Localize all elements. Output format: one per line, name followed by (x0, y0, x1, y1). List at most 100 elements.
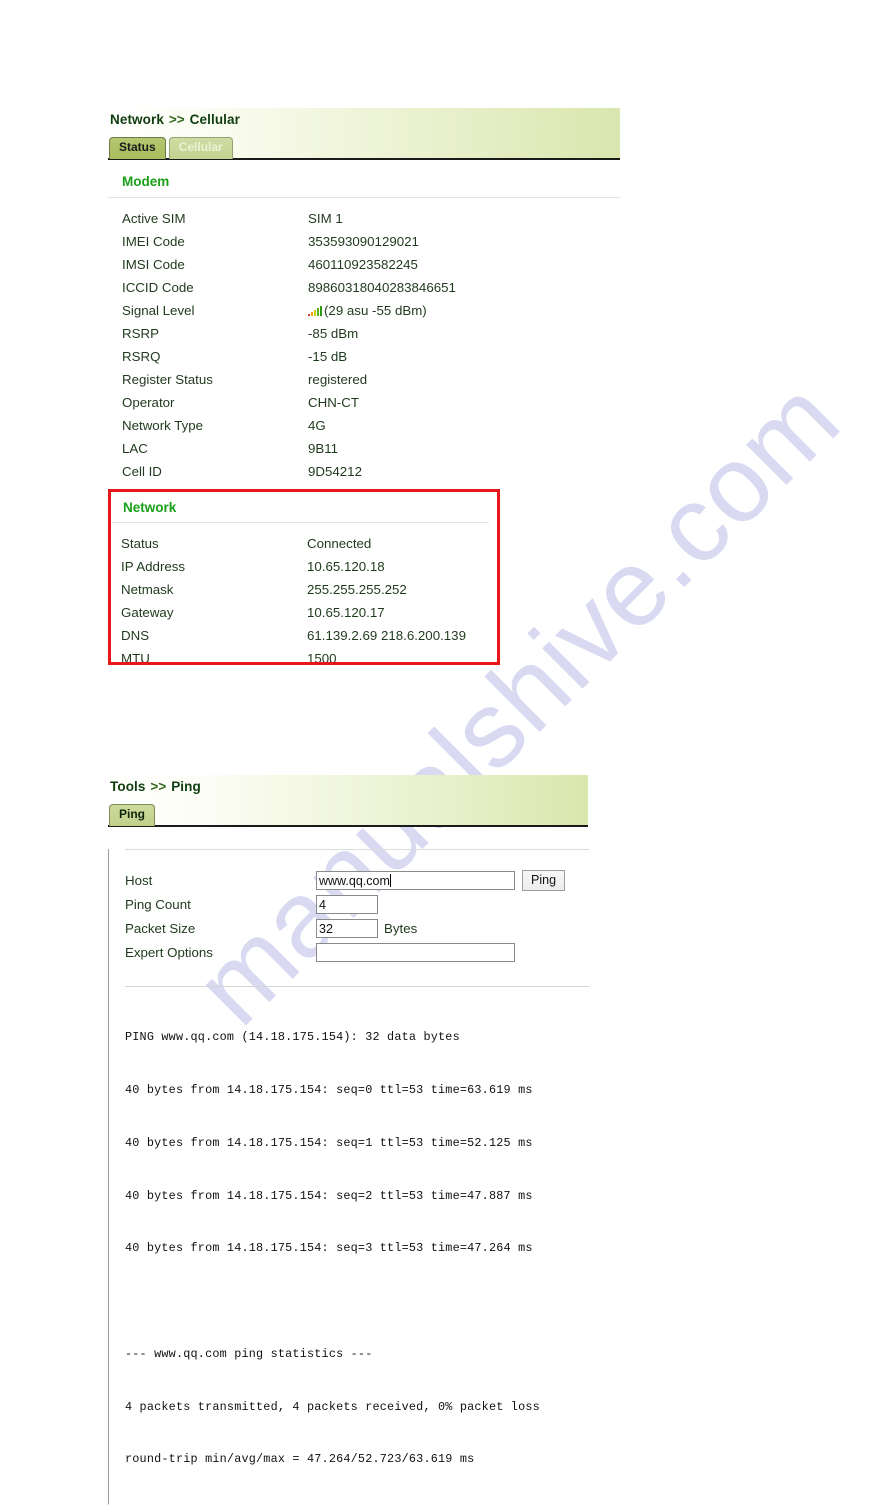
field-row-network-type: Network Type 4G (108, 414, 620, 437)
field-row-active-sim: Active SIM SIM 1 (108, 207, 620, 230)
ping-panel-header: Tools >> Ping Ping (108, 775, 588, 827)
tab-ping[interactable]: Ping (109, 804, 155, 826)
field-value: 10.65.120.17 (307, 605, 385, 620)
field-row-dns: DNS 61.139.2.69 218.6.200.139 (111, 624, 497, 647)
ping-count-input[interactable]: 4 (316, 894, 378, 914)
field-value: 255.255.255.252 (307, 582, 407, 597)
field-value: 10.65.120.18 (307, 559, 385, 574)
field-label: MTU (121, 651, 150, 665)
console-line: PING www.qq.com (14.18.175.154): 32 data… (125, 1030, 460, 1045)
field-value: SIM 1 (308, 211, 343, 226)
field-value: (29 asu -55 dBm) (324, 303, 427, 318)
field-value: 1500 (307, 651, 337, 665)
form-row-ping-count: Ping Count 4 (109, 892, 588, 916)
modem-field-list: Active SIM SIM 1 IMEI Code 3535930901290… (108, 198, 620, 487)
field-value: Connected (307, 536, 372, 551)
field-row-lac: LAC 9B11 (108, 437, 620, 460)
breadcrumb: Network >> Cellular (110, 112, 240, 127)
breadcrumb-separator: >> (168, 112, 185, 127)
network-section-highlight: Network Status Connected IP Address 10.6… (108, 489, 500, 665)
console-line: round-trip min/avg/max = 47.264/52.723/6… (125, 1452, 475, 1467)
breadcrumb-root[interactable]: Tools (110, 779, 146, 794)
packet-size-input[interactable]: 32 (316, 918, 378, 938)
ping-form: Host www.qq.com Ping Ping Count 4 Packet… (109, 850, 588, 964)
field-label: RSRP (122, 326, 159, 341)
field-label: Netmask (121, 582, 174, 597)
console-line: 40 bytes from 14.18.175.154: seq=1 ttl=5… (125, 1135, 533, 1150)
field-value: -15 dB (308, 349, 348, 364)
field-value: 4G (308, 418, 326, 433)
field-value: CHN-CT (308, 395, 359, 410)
form-row-packet-size: Packet Size 32 Bytes (109, 916, 588, 940)
expert-options-label: Expert Options (125, 944, 213, 960)
field-label: Signal Level (122, 303, 195, 318)
console-line: --- www.qq.com ping statistics --- (125, 1346, 373, 1361)
field-row-netmask: Netmask 255.255.255.252 (111, 578, 497, 601)
console-line: 40 bytes from 14.18.175.154: seq=2 ttl=5… (125, 1188, 533, 1203)
breadcrumb-leaf: Ping (171, 779, 201, 794)
host-label: Host (125, 872, 153, 888)
field-value: 9B11 (308, 441, 339, 456)
packet-size-unit: Bytes (384, 920, 418, 936)
ping-output-console: PING www.qq.com (14.18.175.154): 32 data… (109, 987, 588, 1504)
ping-tool-panel: Tools >> Ping Ping Host www.qq.com Ping … (108, 775, 589, 1505)
field-label: Gateway (121, 605, 174, 620)
field-label: Active SIM (122, 211, 186, 226)
field-row-operator: Operator CHN-CT (108, 391, 620, 414)
form-row-host: Host www.qq.com Ping (109, 868, 588, 892)
cellular-panel-header: Network >> Cellular Status Cellular (108, 108, 620, 160)
expert-options-input[interactable] (316, 942, 515, 962)
field-label: Operator (122, 395, 175, 410)
text-caret (389, 873, 391, 887)
tab-status[interactable]: Status (109, 137, 166, 159)
form-row-expert-options: Expert Options (109, 940, 588, 964)
field-label: DNS (121, 628, 150, 643)
field-label: Cell ID (122, 464, 162, 479)
packet-size-label: Packet Size (125, 920, 196, 936)
modem-section-title: Modem (108, 160, 620, 198)
network-field-list: Status Connected IP Address 10.65.120.18… (111, 523, 497, 665)
field-label: IMEI Code (122, 234, 185, 249)
field-row-rsrq: RSRQ -15 dB (108, 345, 620, 368)
signal-bars-icon (308, 305, 323, 316)
tab-cellular[interactable]: Cellular (168, 137, 233, 159)
cellular-tabbar: Status Cellular (109, 137, 233, 159)
field-row-imsi-code: IMSI Code 460110923582245 (108, 253, 620, 276)
field-value: 61.139.2.69 218.6.200.139 (307, 628, 466, 643)
field-row-imei-code: IMEI Code 353593090129021 (108, 230, 620, 253)
field-label: LAC (122, 441, 148, 456)
breadcrumb: Tools >> Ping (110, 779, 201, 794)
field-value: registered (308, 372, 368, 387)
field-row-gateway: Gateway 10.65.120.17 (111, 601, 497, 624)
ping-tabbar: Ping (109, 804, 155, 826)
field-label: Status (121, 536, 159, 551)
host-input-value: www.qq.com (319, 873, 390, 888)
field-row-mtu: MTU 1500 (111, 647, 497, 665)
cellular-status-panel: Network >> Cellular Status Cellular Mode… (108, 108, 620, 487)
field-label: IMSI Code (122, 257, 185, 272)
field-value-group: (29 asu -55 dBm) (308, 303, 427, 318)
ping-submit-button[interactable]: Ping (522, 869, 566, 891)
field-value: -85 dBm (308, 326, 359, 341)
network-section-title: Network (111, 492, 489, 523)
ping-panel-body: Host www.qq.com Ping Ping Count 4 Packet… (108, 849, 589, 1505)
field-label: Network Type (122, 418, 204, 433)
field-row-ip-address: IP Address 10.65.120.18 (111, 555, 497, 578)
console-line: 40 bytes from 14.18.175.154: seq=3 ttl=5… (125, 1241, 533, 1256)
field-row-rsrp: RSRP -85 dBm (108, 322, 620, 345)
field-value: 89860318040283846651 (308, 280, 456, 295)
field-row-iccid-code: ICCID Code 89860318040283846651 (108, 276, 620, 299)
breadcrumb-separator: >> (150, 779, 167, 794)
breadcrumb-root[interactable]: Network (110, 112, 164, 127)
field-value: 9D54212 (308, 464, 362, 479)
field-label: ICCID Code (122, 280, 194, 295)
field-row-cell-id: Cell ID 9D54212 (108, 460, 620, 483)
ping-count-label: Ping Count (125, 896, 191, 912)
console-line: 4 packets transmitted, 4 packets receive… (125, 1399, 540, 1414)
breadcrumb-leaf: Cellular (189, 112, 240, 127)
modem-section: Modem Active SIM SIM 1 IMEI Code 3535930… (108, 160, 620, 487)
field-row-signal-level: Signal Level (29 asu -55 dBm) (108, 299, 620, 322)
host-input[interactable]: www.qq.com (316, 870, 515, 890)
field-label: RSRQ (122, 349, 161, 364)
